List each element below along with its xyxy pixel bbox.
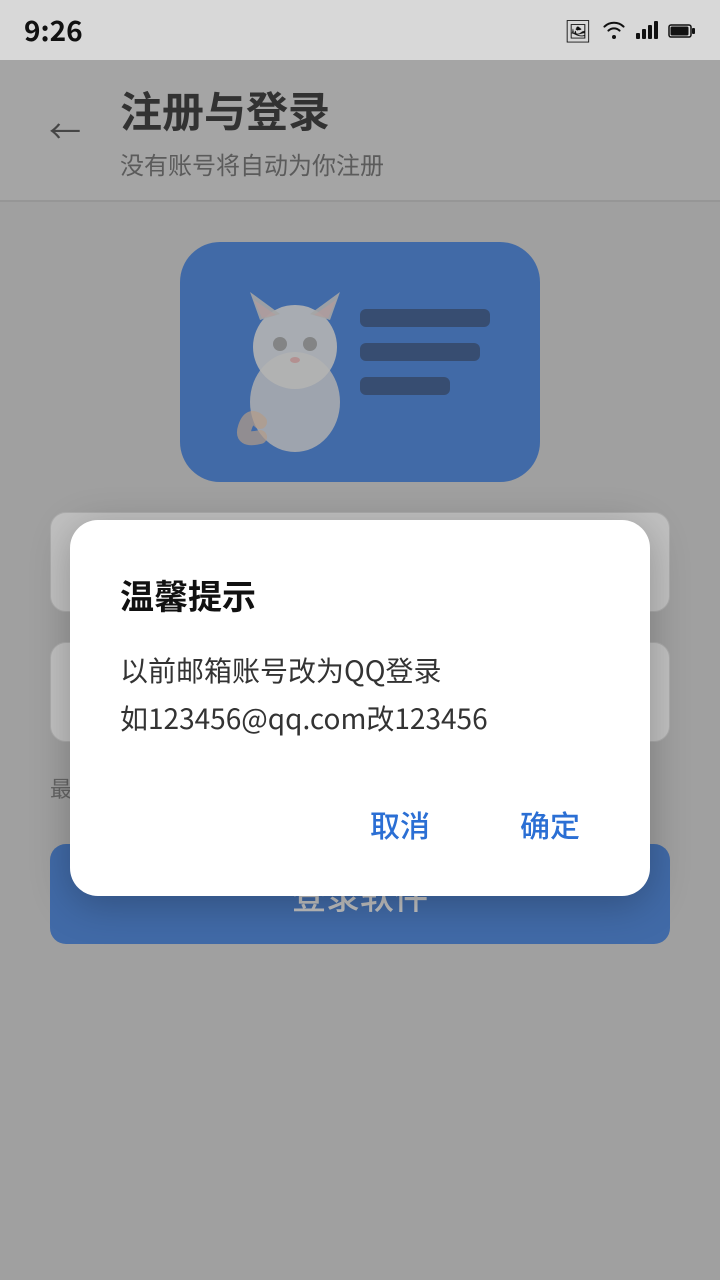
wifi-icon [602,14,626,46]
signal-icon [636,14,658,46]
status-time: 9:26 [24,10,83,50]
dialog-message: 以前邮箱账号改为QQ登录如123456@qq.com改123456 [120,647,600,742]
status-bar: 9:26 🖼 [0,0,720,60]
app-background: ← 注册与登录 没有账号将自动为你注册 [0,60,720,1280]
dialog: 温馨提示 以前邮箱账号改为QQ登录如123456@qq.com改123456 取… [70,520,650,896]
dialog-cancel-button[interactable]: 取消 [350,792,450,856]
dialog-title: 温馨提示 [120,570,600,619]
dialog-confirm-button[interactable]: 确定 [500,792,600,856]
image-status-icon: 🖼 [564,14,592,46]
battery-icon [668,14,696,46]
dialog-buttons: 取消 确定 [120,792,600,856]
status-icons: 🖼 [564,14,696,46]
